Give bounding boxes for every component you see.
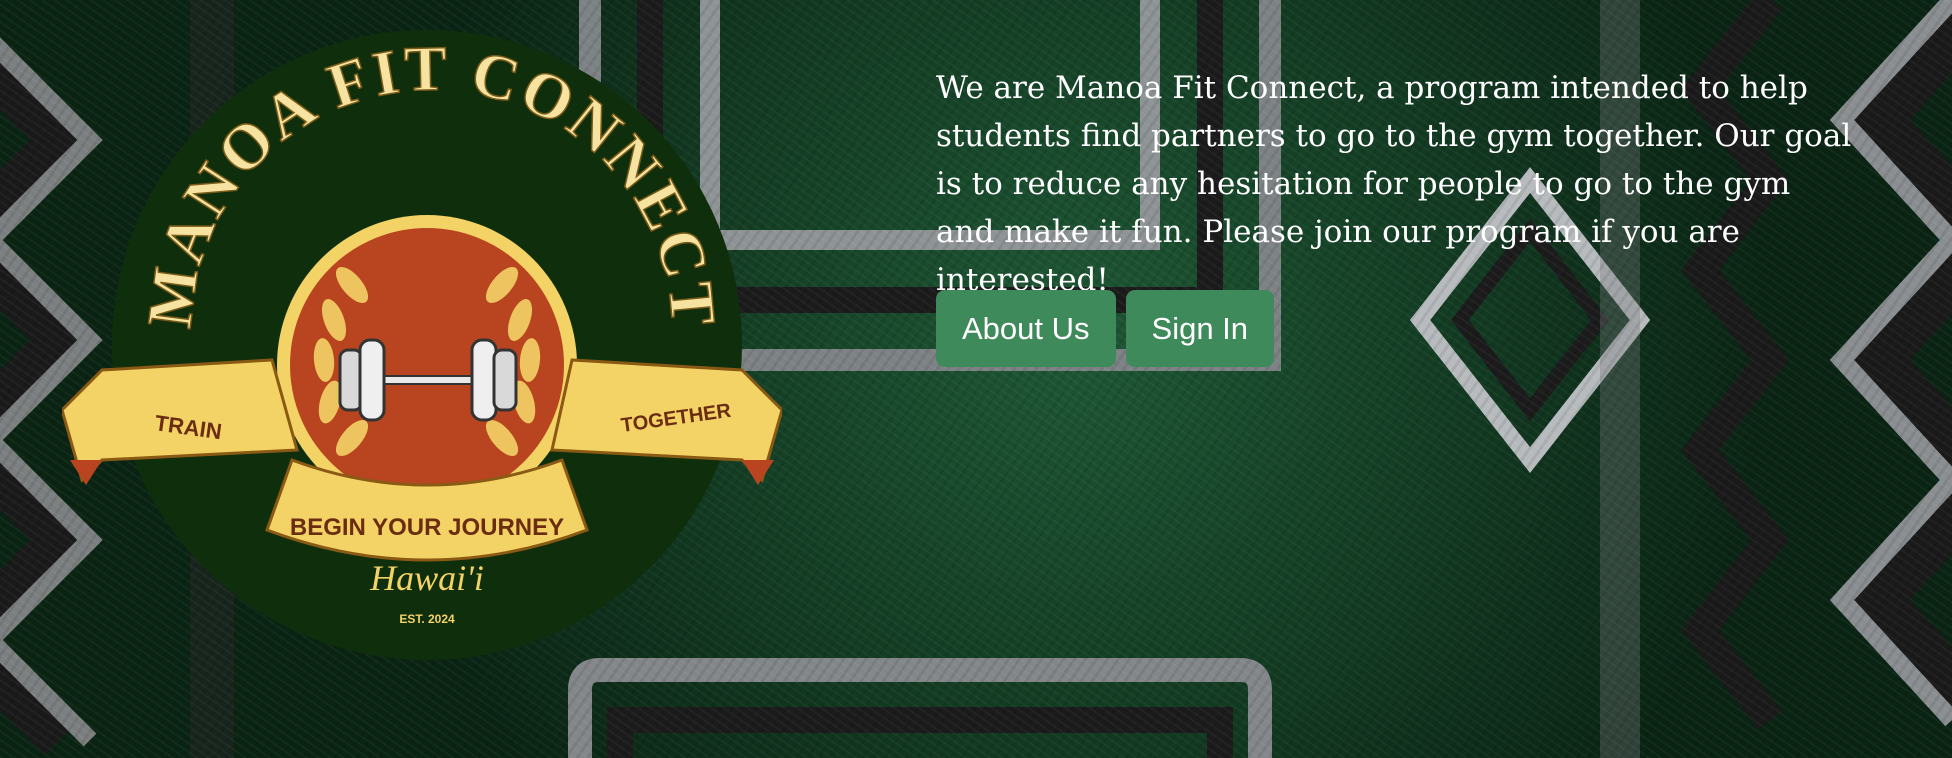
manoa-fit-connect-logo: MANOA FIT CONNECT TRAIN TOGETHER BEGIN Y…	[60, 30, 784, 680]
logo-established: EST. 2024	[399, 612, 455, 626]
action-buttons: About Us Sign In	[936, 290, 1275, 367]
intro-paragraph: We are Manoa Fit Connect, a program inte…	[936, 70, 1852, 298]
about-us-button[interactable]: About Us	[936, 290, 1116, 367]
sign-in-button[interactable]: Sign In	[1125, 290, 1275, 367]
logo-place: Hawai'i	[369, 558, 484, 598]
logo-ribbon-bottom: BEGIN YOUR JOURNEY	[290, 514, 564, 541]
